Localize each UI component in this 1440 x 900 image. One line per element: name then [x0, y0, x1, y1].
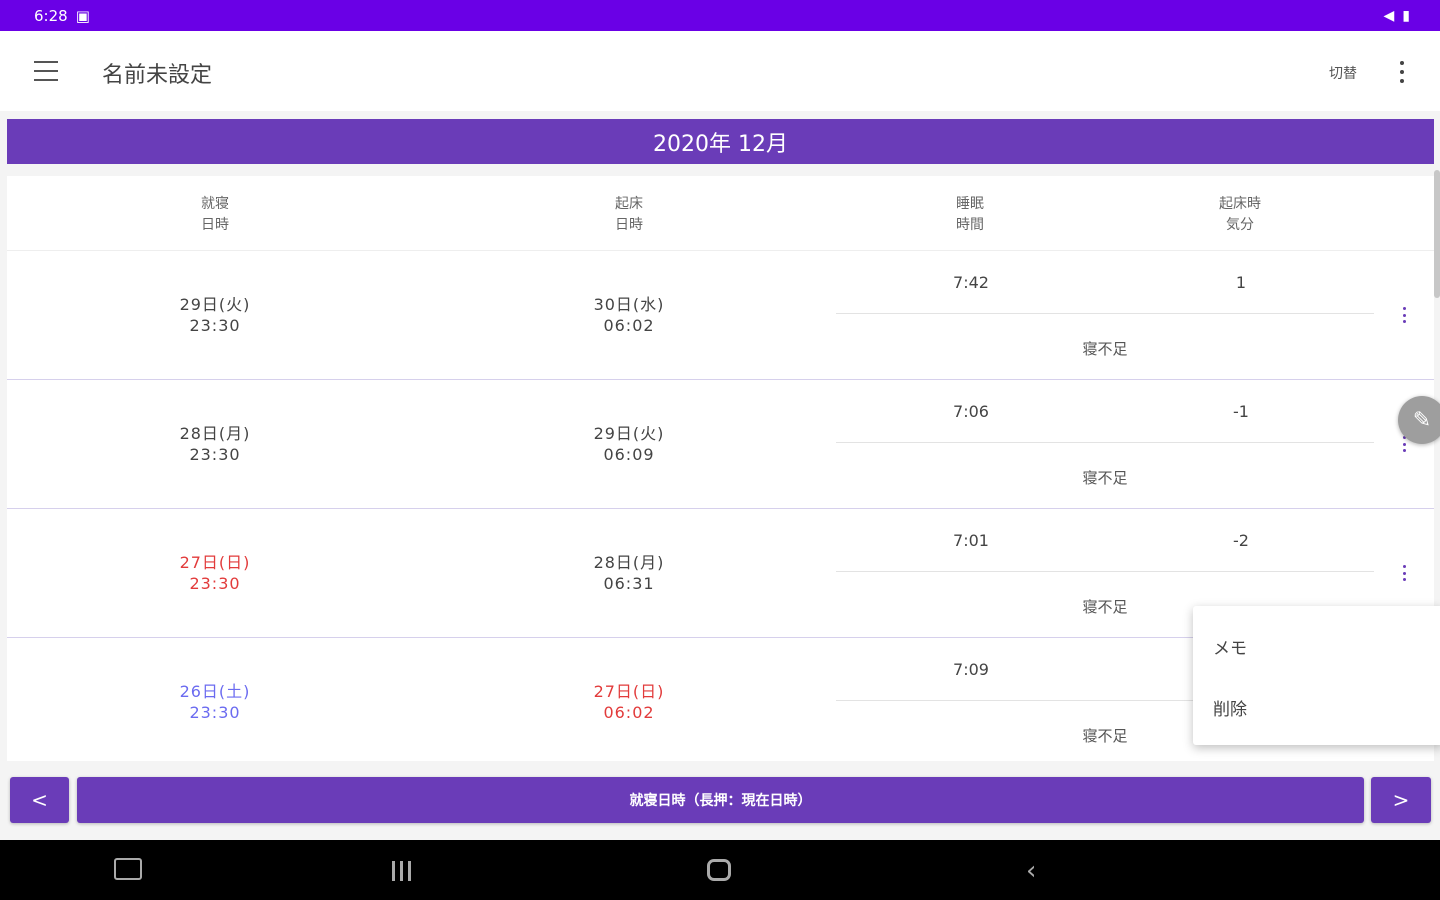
- scrollbar[interactable]: [1434, 170, 1440, 298]
- keyboard-icon[interactable]: [114, 858, 142, 880]
- volume-icon: ◀: [1383, 7, 1395, 24]
- next-button[interactable]: >: [1371, 777, 1431, 823]
- column-header-mood: 起床時 気分: [1219, 196, 1261, 233]
- status-time: 6:28: [34, 6, 68, 25]
- status-bar: 6:28 ▣ ◀ ▮: [0, 0, 1440, 31]
- column-header-sleep-duration: 睡眠 時間: [956, 196, 984, 233]
- bedtime-button[interactable]: 就寝日時（長押：現在日時）: [77, 777, 1364, 823]
- row-more-icon[interactable]: [1403, 307, 1407, 323]
- edit-fab-button[interactable]: ✎: [1398, 396, 1440, 444]
- row-more-icon[interactable]: [1403, 565, 1407, 581]
- waketime-cell: 29日(火) 06:09: [593, 424, 665, 464]
- prev-button[interactable]: <: [10, 777, 69, 823]
- page-title: 名前未設定: [102, 63, 213, 88]
- month-header: 2020年 12月: [7, 119, 1434, 164]
- battery-icon: ▮: [1402, 7, 1410, 24]
- sleep-duration-cell: 7:06: [953, 402, 989, 421]
- waketime-cell: 30日(水) 06:02: [593, 295, 665, 335]
- app-bar: 名前未設定 切替: [0, 31, 1440, 111]
- mood-cell: 1: [1235, 273, 1247, 292]
- home-icon[interactable]: [707, 859, 731, 881]
- menu-item-memo[interactable]: メモ: [1213, 634, 1247, 659]
- table-row[interactable]: 28日(月) 23:30 29日(火) 06:09 7:06 -1 寝不足: [7, 380, 1434, 509]
- sleep-duration-cell: 7:01: [953, 531, 989, 550]
- notification-icon: ▣: [75, 6, 90, 25]
- pencil-icon: ✎: [1412, 407, 1432, 433]
- switch-button[interactable]: 切替: [1329, 63, 1357, 83]
- menu-item-delete[interactable]: 削除: [1213, 695, 1247, 720]
- column-header-bedtime: 就寝 日時: [201, 196, 229, 233]
- hamburger-menu-icon[interactable]: [34, 61, 58, 81]
- bedtime-cell: 29日(火) 23:30: [179, 295, 251, 335]
- waketime-cell: 28日(月) 06:31: [593, 553, 665, 593]
- column-header-waketime: 起床 日時: [615, 196, 643, 233]
- note-cell: 寝不足: [1082, 598, 1128, 616]
- note-cell: 寝不足: [1082, 340, 1128, 358]
- sleep-duration-cell: 7:42: [953, 273, 989, 292]
- note-cell: 寝不足: [1082, 469, 1128, 487]
- sleep-duration-cell: 7:09: [953, 660, 989, 679]
- back-icon[interactable]: ‹: [1026, 856, 1036, 886]
- bedtime-cell: 28日(月) 23:30: [179, 424, 251, 464]
- mood-cell: -1: [1233, 402, 1249, 421]
- bedtime-cell: 26日(土) 23:30: [179, 682, 251, 722]
- note-cell: 寝不足: [1082, 727, 1128, 745]
- mood-cell: -2: [1233, 531, 1249, 550]
- more-options-icon[interactable]: [1399, 61, 1405, 83]
- row-popup-menu: メモ 削除: [1193, 606, 1440, 745]
- bottom-navigation: < 就寝日時（長押：現在日時） >: [0, 765, 1440, 840]
- bedtime-cell: 27日(日) 23:30: [179, 553, 251, 593]
- system-navigation-bar: ‹: [0, 840, 1440, 900]
- waketime-cell: 27日(日) 06:02: [593, 682, 665, 722]
- table-row[interactable]: 29日(火) 23:30 30日(水) 06:02 7:42 1 寝不足: [7, 251, 1434, 380]
- recent-apps-icon[interactable]: [392, 861, 411, 881]
